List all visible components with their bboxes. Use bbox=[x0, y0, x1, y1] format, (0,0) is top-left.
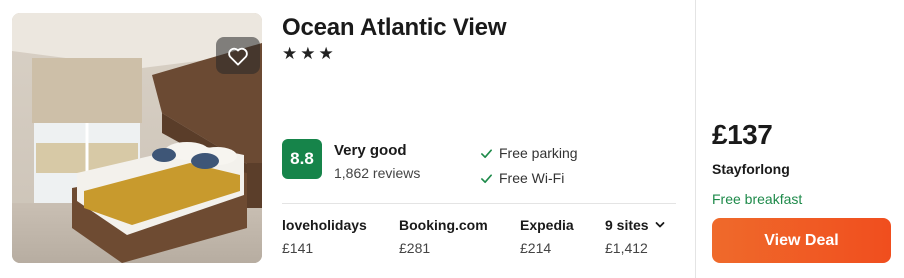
rating-label: Very good bbox=[334, 142, 407, 159]
review-count[interactable]: 1,862 reviews bbox=[334, 165, 420, 181]
hotel-photo[interactable] bbox=[12, 13, 262, 263]
site-price-loveholidays[interactable]: loveholidays £141 bbox=[282, 217, 367, 256]
more-sites-toggle[interactable]: 9 sites bbox=[605, 217, 665, 233]
favorite-button[interactable] bbox=[216, 37, 260, 74]
more-sites-label: 9 sites bbox=[605, 217, 649, 233]
hotel-name[interactable]: Ocean Atlantic View bbox=[282, 14, 506, 42]
check-icon bbox=[481, 173, 492, 183]
rating-score-badge: 8.8 bbox=[282, 139, 322, 179]
divider bbox=[282, 203, 676, 204]
view-deal-button[interactable]: View Deal bbox=[712, 218, 891, 263]
best-deal-perk: Free breakfast bbox=[712, 191, 803, 207]
hotel-result-card[interactable]: Ocean Atlantic View ★★★ 8.8 Very good 1,… bbox=[0, 0, 904, 278]
best-deal-provider: Stayforlong bbox=[712, 161, 790, 177]
check-icon bbox=[481, 148, 492, 158]
hotel-star-rating: ★★★ bbox=[282, 44, 337, 63]
heart-outline-icon bbox=[228, 47, 248, 66]
divider bbox=[695, 0, 696, 278]
amenity-free-parking: Free parking bbox=[480, 145, 578, 161]
best-deal-price: £137 bbox=[712, 119, 773, 150]
chevron-down-icon bbox=[655, 222, 664, 228]
amenity-label: Free parking bbox=[499, 145, 578, 161]
site-price-booking[interactable]: Booking.com £281 bbox=[399, 217, 488, 256]
site-price: £141 bbox=[282, 240, 314, 256]
site-price: £281 bbox=[399, 240, 431, 256]
site-name: loveholidays bbox=[282, 217, 367, 233]
site-name: Booking.com bbox=[399, 217, 488, 233]
more-sites-dropdown[interactable]: 9 sites £1,412 bbox=[605, 217, 665, 256]
site-price: £214 bbox=[520, 240, 552, 256]
amenity-label: Free Wi-Fi bbox=[499, 170, 565, 186]
amenity-free-wifi: Free Wi-Fi bbox=[480, 170, 564, 186]
site-price-expedia[interactable]: Expedia £214 bbox=[520, 217, 574, 256]
site-name: Expedia bbox=[520, 217, 574, 233]
site-price: £1,412 bbox=[605, 240, 648, 256]
